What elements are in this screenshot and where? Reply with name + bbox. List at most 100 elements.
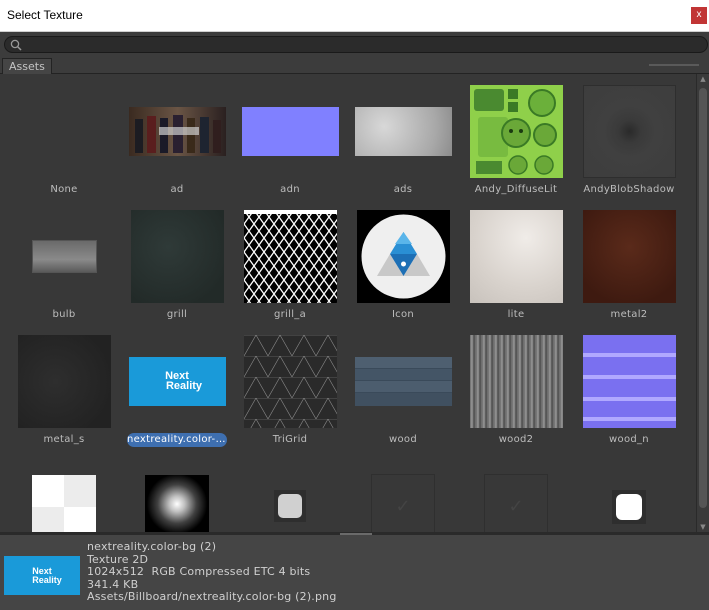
texture-tile-row4-1[interactable] <box>8 457 120 532</box>
texture-label: Andy_DiffuseLit <box>474 184 558 195</box>
texture-label: Icon <box>391 309 415 320</box>
texture-thumbnail <box>573 457 685 532</box>
triangle-grid-image <box>243 334 337 428</box>
texture-tile-andy-diffuselit[interactable]: Andy_DiffuseLit <box>460 82 572 202</box>
texture-label: ad <box>170 184 184 195</box>
checkmark-icon: ✓ <box>371 474 435 532</box>
texture-tile-ads[interactable]: ads <box>347 82 459 202</box>
preview-info: nextreality.color-bg (2) Texture 2D 1024… <box>87 540 337 604</box>
checkmark-icon: ✓ <box>484 474 548 532</box>
vertical-scrollbar[interactable]: ▲ ▼ <box>696 74 709 532</box>
normal-map-image <box>582 334 676 428</box>
logo-text: Reality <box>165 380 203 392</box>
preview-format: 1024x512 RGB Compressed ETC 4 bits <box>87 565 311 578</box>
texture-tile-row4-2[interactable] <box>121 457 233 532</box>
texture-tile-wood[interactable]: wood <box>347 332 459 452</box>
texture-label: ads <box>393 184 413 195</box>
thumbnail-size-slider[interactable] <box>649 64 699 66</box>
texture-tile-icon[interactable]: Icon <box>347 207 459 327</box>
mesh-pattern-image <box>243 209 337 303</box>
app-icon-image <box>356 209 450 303</box>
texture-label: nextreality.color-bg (2) <box>127 433 227 447</box>
title-bar: Select Texture x <box>0 0 709 32</box>
texture-tile-bulb[interactable]: bulb <box>8 207 120 327</box>
texture-tile-trigrid[interactable]: TriGrid <box>234 332 346 452</box>
texture-label: wood_n <box>609 434 649 445</box>
texture-thumbnail <box>234 457 346 532</box>
texture-thumbnail <box>347 207 459 305</box>
texture-label: lite <box>507 309 525 320</box>
texture-label: None <box>50 184 78 195</box>
texture-label: bulb <box>52 309 76 320</box>
movie-poster-image <box>128 106 226 156</box>
search-input[interactable] <box>25 37 695 52</box>
search-field[interactable] <box>4 36 708 53</box>
texture-tile-row4-4[interactable]: ✓ <box>347 457 459 532</box>
texture-tile-adn[interactable]: adn <box>234 82 346 202</box>
texture-thumbnail <box>460 82 572 180</box>
scrollbar-thumb[interactable] <box>699 88 707 508</box>
texture-label: grill_a <box>273 309 307 320</box>
texture-tile-row4-3[interactable] <box>234 457 346 532</box>
texture-thumbnail <box>573 207 685 305</box>
texture-thumbnail: ✓ <box>460 457 572 532</box>
texture-tile-lite[interactable]: lite <box>460 207 572 327</box>
texture-thumbnail <box>460 207 572 305</box>
texture-tile-grill[interactable]: grill <box>121 207 233 327</box>
texture-tile-row4-5[interactable]: ✓ <box>460 457 572 532</box>
texture-tile-wood2[interactable]: wood2 <box>460 332 572 452</box>
texture-tile-metal-s[interactable]: metal_s <box>8 332 120 452</box>
texture-thumbnail <box>8 82 120 180</box>
preview-name: nextreality.color-bg (2) <box>87 540 217 553</box>
texture-label: metal_s <box>43 434 85 445</box>
texture-tile-andyblobshadow[interactable]: AndyBlobShadow <box>573 82 685 202</box>
scroll-down-arrow-icon[interactable]: ▼ <box>697 522 709 532</box>
preview-panel: Next Reality nextreality.color-bg (2) Te… <box>0 535 709 610</box>
texture-label: adn <box>280 184 300 195</box>
tab-row: Assets <box>0 56 709 74</box>
logo-text: Reality <box>32 574 62 585</box>
window-title: Select Texture <box>7 8 83 22</box>
close-button[interactable]: x <box>691 7 707 24</box>
texture-tile-none[interactable]: None <box>8 82 120 202</box>
texture-thumbnail <box>347 332 459 430</box>
checker-texture-image <box>32 475 96 532</box>
texture-thumbnail <box>573 82 685 180</box>
texture-thumbnail <box>460 332 572 430</box>
texture-thumbnail <box>347 82 459 180</box>
nextreality-logo: Next Reality <box>128 356 226 406</box>
scroll-up-arrow-icon[interactable]: ▲ <box>697 74 709 84</box>
search-row <box>0 32 709 56</box>
texture-thumbnail <box>234 207 346 305</box>
search-icon <box>10 39 22 51</box>
texture-thumbnail: ✓ <box>347 457 459 532</box>
texture-tile-row4-6[interactable] <box>573 457 685 532</box>
texture-tile-wood-n[interactable]: wood_n <box>573 332 685 452</box>
texture-thumbnail: Next Reality <box>121 332 233 430</box>
texture-thumbnail <box>234 332 346 430</box>
character-texture-image <box>469 84 563 178</box>
texture-grid: None ad adn ads Andy_DiffuseLit AndyBlob… <box>0 74 696 532</box>
texture-tile-nextreality[interactable]: Next Reality nextreality.color-bg (2) <box>121 332 233 452</box>
nextreality-logo: Next Reality <box>22 566 62 585</box>
texture-label: grill <box>166 309 188 320</box>
preview-path: Assets/Billboard/nextreality.color-bg (2… <box>87 590 337 603</box>
texture-thumbnail <box>8 207 120 305</box>
texture-thumbnail <box>8 457 120 532</box>
texture-tile-grill-a[interactable]: grill_a <box>234 207 346 327</box>
texture-tile-metal2[interactable]: metal2 <box>573 207 685 327</box>
wood-planks-image <box>354 356 452 406</box>
tab-assets[interactable]: Assets <box>2 58 52 74</box>
texture-label: wood2 <box>498 434 534 445</box>
texture-thumbnail <box>121 82 233 180</box>
texture-thumbnail <box>573 332 685 430</box>
texture-label: TriGrid <box>272 434 308 445</box>
texture-label: wood <box>389 434 417 445</box>
texture-tile-ad[interactable]: ad <box>121 82 233 202</box>
texture-label: metal2 <box>610 309 648 320</box>
texture-thumbnail <box>121 207 233 305</box>
texture-label: AndyBlobShadow <box>583 184 675 195</box>
texture-thumbnail <box>121 457 233 532</box>
texture-thumbnail <box>8 332 120 430</box>
texture-thumbnail <box>234 82 346 180</box>
